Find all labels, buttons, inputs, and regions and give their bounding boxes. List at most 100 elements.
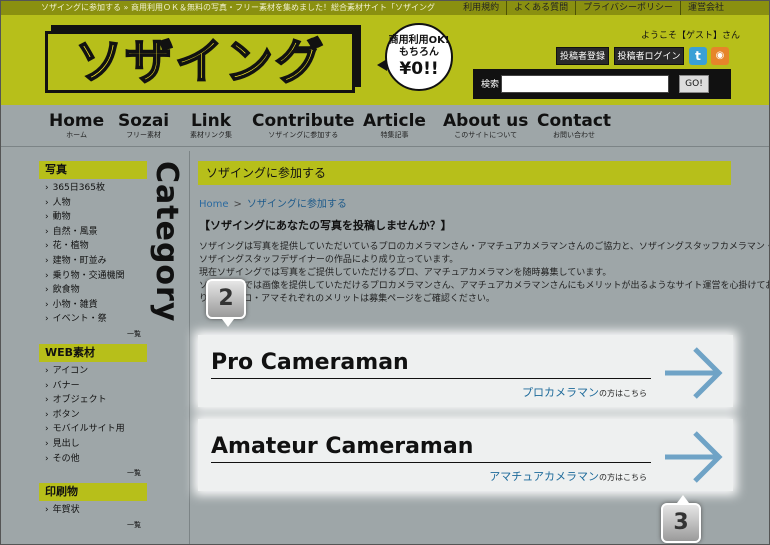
category-item[interactable]: その他	[45, 452, 147, 467]
nav-link[interactable]: Link 素材リンク集	[190, 111, 232, 139]
intro-text: ソザイングは写真を提供していただいているプロのカメラマンさん・アマチュアカメラマ…	[199, 241, 770, 306]
nav-link-sub: 素材リンク集	[190, 131, 232, 139]
more-link-print[interactable]: 一覧	[39, 520, 147, 531]
nav-article[interactable]: Article 特集記事	[363, 111, 426, 139]
intro-line: ソザイングは写真を提供していただいているプロのカメラマンさん・アマチュアカメラマ…	[199, 242, 770, 252]
page: ソザイングに参加する » 商用利用ＯＫ＆無料の写真・フリー素材を集めました！総合…	[0, 0, 770, 545]
breadcrumb-current[interactable]: ソザイングに参加する	[247, 199, 347, 210]
amateur-cameraman-link-suffix: の方はこちら	[599, 473, 647, 482]
badge-line-3: ¥0!!	[399, 59, 439, 79]
category-item[interactable]: イベント・祭	[45, 312, 147, 327]
intro-line: ります。プロ・アマそれぞれのメリットは募集ページをご確認ください。	[199, 294, 495, 304]
nav-about-sub: このサイトについて	[454, 131, 518, 139]
category-item[interactable]: 自然・風景	[45, 225, 147, 240]
category-item[interactable]: 乗り物・交通機関	[45, 269, 147, 284]
nav-home[interactable]: Home ホーム	[49, 111, 104, 139]
site-logo[interactable]: ソザイング	[45, 31, 355, 93]
nav-article-sub: 特集記事	[380, 131, 409, 139]
nav-contact[interactable]: Contact お問い合わせ	[537, 111, 611, 139]
step-marker-3: 3	[661, 495, 701, 543]
welcome-text: ようこそ【ゲスト】さん	[641, 31, 741, 41]
category-item[interactable]: 年賀状	[45, 503, 147, 518]
amateur-cameraman-title: Amateur Cameraman	[211, 434, 474, 459]
category-item[interactable]: 小物・雑貨	[45, 298, 147, 313]
more-link-photo[interactable]: 一覧	[39, 329, 147, 340]
login-button[interactable]: 投稿者ログイン	[614, 47, 684, 65]
section-title: ソザイングに参加する	[198, 161, 731, 185]
category-list-print: 年賀状	[39, 501, 147, 520]
pro-cameraman-title: Pro Cameraman	[211, 350, 409, 375]
nav-contribute[interactable]: Contribute ソザイングに参加する	[252, 111, 355, 139]
sidebar-divider	[189, 151, 190, 544]
category-list-web: アイコン バナー オブジェクト ボタン モバイルサイト用 見出し その他	[39, 361, 147, 469]
pro-cameraman-link-suffix: の方はこちら	[599, 389, 647, 398]
card-rule	[211, 378, 651, 379]
register-button[interactable]: 投稿者登録	[556, 47, 609, 65]
site-tagline: ソザイングに参加する » 商用利用ＯＫ＆無料の写真・フリー素材を集めました！総合…	[41, 3, 435, 12]
pro-cameraman-card[interactable]: Pro Cameraman プロカメラマンの方はこちら	[198, 335, 733, 407]
category-item[interactable]: 動物	[45, 210, 147, 225]
nav-contribute-sub: ソザイングに参加する	[268, 131, 339, 139]
category-item[interactable]: 花・植物	[45, 239, 147, 254]
breadcrumb: Home > ソザイングに参加する	[199, 195, 347, 210]
pro-cameraman-link[interactable]: プロカメラマンの方はこちら	[522, 384, 647, 400]
arrow-right-icon	[665, 431, 723, 483]
category-list-photo: 365日365枚 人物 動物 自然・風景 花・植物 建物・町並み 乗り物・交通機…	[39, 179, 147, 329]
search-button[interactable]: GO!	[679, 75, 709, 93]
nav-about-label: About us	[443, 111, 529, 131]
badge-line-2: もちろん	[399, 47, 439, 58]
nav-sozai-label: Sozai	[118, 111, 170, 131]
category-item[interactable]: オブジェクト	[45, 393, 147, 408]
twitter-icon[interactable]: t	[689, 47, 707, 65]
arrow-right-icon	[665, 347, 723, 399]
nav-article-label: Article	[363, 111, 426, 131]
category-heading-photo: 写真	[39, 161, 147, 179]
category-item[interactable]: 365日365枚	[45, 181, 147, 196]
category-item[interactable]: 飲食物	[45, 283, 147, 298]
category-vertical-title: Category	[147, 161, 187, 323]
category-heading-print: 印刷物	[39, 483, 147, 502]
category-vertical-text: Category	[149, 161, 184, 323]
nav-contribute-label: Contribute	[252, 111, 355, 131]
category-item[interactable]: アイコン	[45, 364, 147, 379]
top-link-privacy[interactable]: プライバシーポリシー	[575, 1, 680, 15]
nav-sozai-sub: フリー素材	[126, 131, 162, 139]
top-link-company[interactable]: 運営会社	[679, 1, 731, 15]
breadcrumb-home[interactable]: Home	[199, 199, 229, 210]
category-item[interactable]: バナー	[45, 379, 147, 394]
category-item[interactable]: 見出し	[45, 437, 147, 452]
more-link-web[interactable]: 一覧	[39, 468, 147, 479]
search-box: 検索 GO!	[473, 69, 731, 99]
page-heading: 【ソザイングにあなたの写真を投稿しませんか？】	[199, 219, 452, 232]
category-item[interactable]: ボタン	[45, 408, 147, 423]
main-nav: Home ホーム Sozai フリー素材 Link 素材リンク集 Contrib…	[1, 105, 769, 147]
rss-icon[interactable]: ◉	[711, 47, 729, 65]
amateur-cameraman-card[interactable]: Amateur Cameraman アマチュアカメラマンの方はこちら	[198, 419, 733, 491]
badge-line-1: 商用利用OK!	[388, 35, 450, 46]
nav-home-sub: ホーム	[66, 131, 87, 139]
search-input[interactable]	[501, 75, 669, 93]
category-item[interactable]: モバイルサイト用	[45, 422, 147, 437]
sidebar: 写真 365日365枚 人物 動物 自然・風景 花・植物 建物・町並み 乗り物・…	[39, 161, 147, 531]
nav-sozai[interactable]: Sozai フリー素材	[118, 111, 169, 139]
nav-about[interactable]: About us このサイトについて	[443, 111, 528, 139]
nav-home-label: Home	[49, 111, 105, 131]
header: ソザイングに参加する » 商用利用ＯＫ＆無料の写真・フリー素材を集めました！総合…	[1, 1, 769, 105]
breadcrumb-separator: >	[233, 199, 242, 210]
intro-line: ソザイングでは画像を提供していただけるプロカメラマンさん、アマチュアカメラマンさ…	[199, 281, 770, 291]
search-label: 検索	[481, 80, 500, 90]
category-item[interactable]: 建物・町並み	[45, 254, 147, 269]
intro-line: ソザイングスタッフデザイナーの作品により成り立っています。	[199, 255, 459, 265]
step-marker-2: 2	[206, 279, 246, 327]
card-rule	[211, 462, 651, 463]
logo-text: ソザイング	[74, 34, 325, 90]
amateur-cameraman-link[interactable]: アマチュアカメラマンの方はこちら	[489, 468, 647, 484]
amateur-cameraman-link-text: アマチュアカメラマン	[489, 470, 599, 483]
top-links: 利用規約 よくある質問 プライバシーポリシー 運営会社	[456, 1, 731, 15]
top-link-faq[interactable]: よくある質問	[506, 1, 575, 15]
pro-cameraman-link-text: プロカメラマン	[522, 386, 599, 399]
category-heading-web: WEB素材	[39, 343, 147, 362]
nav-link-label: Link	[190, 111, 232, 131]
top-link-terms[interactable]: 利用規約	[456, 1, 506, 15]
category-item[interactable]: 人物	[45, 196, 147, 211]
